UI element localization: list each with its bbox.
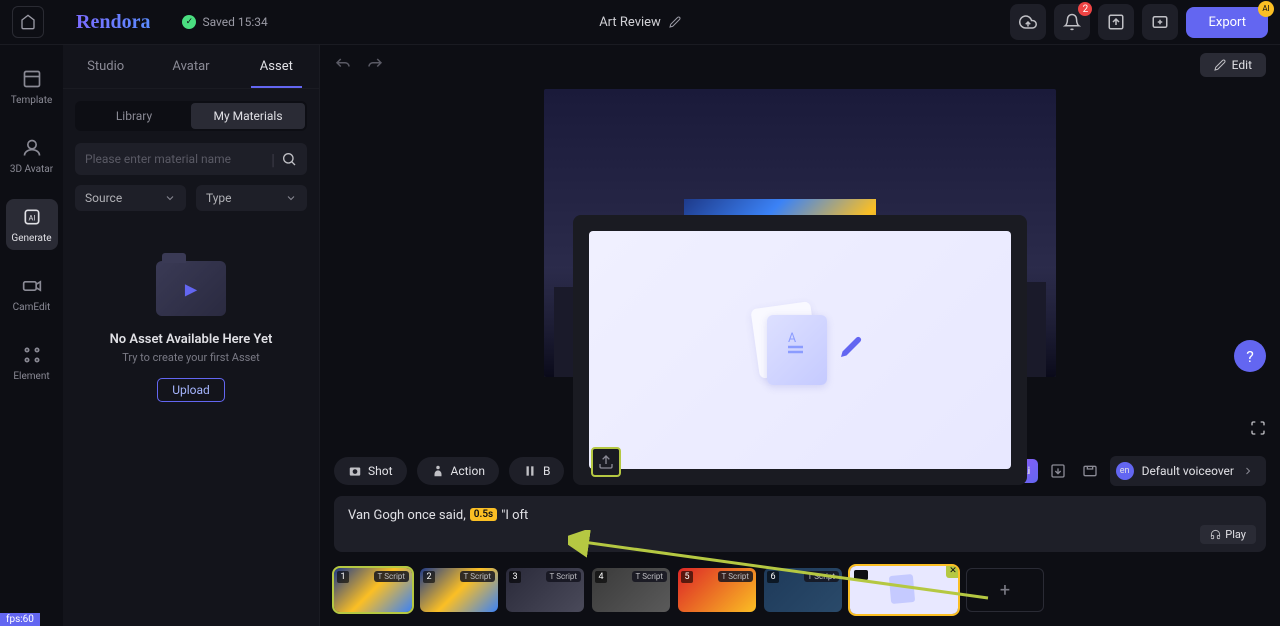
tab-studio[interactable]: Studio — [63, 45, 148, 88]
edit-button[interactable]: Edit — [1200, 53, 1266, 77]
timeline-thumb-current[interactable]: ✕ — [850, 566, 958, 614]
script-box[interactable]: Van Gogh once said, 0.5s "I oft Play — [334, 496, 1266, 552]
modal-upload-button[interactable] — [591, 447, 621, 477]
subtab-my-materials[interactable]: My Materials — [191, 103, 305, 129]
person-icon — [431, 464, 445, 478]
left-rail: Template 3D Avatar AI Generate CamEdit E… — [0, 45, 63, 626]
upload-button[interactable]: Upload — [157, 378, 225, 402]
upload-icon — [598, 454, 614, 470]
avatar-icon — [20, 136, 44, 160]
script-text-pre: Van Gogh once said, — [348, 508, 466, 523]
folder-plus-icon — [1151, 13, 1169, 31]
play-button[interactable]: Play — [1200, 525, 1256, 544]
svg-text:A: A — [788, 331, 796, 346]
chevron-down-icon — [164, 192, 176, 204]
folder-button[interactable] — [1142, 4, 1178, 40]
home-icon — [20, 14, 36, 30]
element-icon — [20, 343, 44, 367]
empty-title: No Asset Available Here Yet — [110, 332, 273, 347]
empty-state: No Asset Available Here Yet Try to creat… — [63, 211, 319, 626]
search-input[interactable] — [85, 152, 265, 166]
undo-button[interactable] — [334, 56, 352, 74]
thumb-close-button[interactable]: ✕ — [946, 566, 958, 578]
b-button[interactable]: B — [509, 457, 564, 485]
export-button[interactable]: Export AI — [1186, 7, 1268, 38]
cloud-button[interactable] — [1010, 4, 1046, 40]
rail-element[interactable]: Element — [6, 337, 58, 388]
ai-icon: AI — [20, 205, 44, 229]
document-illustration: A — [745, 305, 855, 395]
rail-template[interactable]: Template — [6, 61, 58, 112]
shot-button[interactable]: Shot — [334, 457, 407, 485]
modal-preview: A — [589, 231, 1011, 469]
timing-badge: 0.5s — [470, 508, 497, 521]
rail-generate[interactable]: AI Generate — [6, 199, 58, 250]
notifications-button[interactable]: 2 — [1054, 4, 1090, 40]
pencil-icon — [1214, 59, 1226, 71]
home-button[interactable] — [12, 6, 44, 38]
share-icon — [1107, 13, 1125, 31]
source-select[interactable]: Source — [75, 185, 186, 211]
asset-panel: Studio Avatar Asset Library My Materials… — [63, 45, 320, 626]
canvas-area: Edit — [320, 45, 1280, 626]
tab-asset[interactable]: Asset — [234, 45, 319, 88]
script-text-post: "I oft — [501, 508, 528, 523]
save-button[interactable] — [1078, 459, 1102, 483]
redo-button[interactable] — [366, 56, 384, 74]
voiceover-select[interactable]: en Default voiceover — [1110, 456, 1266, 486]
check-icon: ✓ — [182, 15, 196, 29]
rail-camedit[interactable]: CamEdit — [6, 268, 58, 319]
camera-small-icon — [348, 464, 362, 478]
export-ai-badge: AI — [1258, 1, 1274, 17]
type-select[interactable]: Type — [196, 185, 307, 211]
cloud-icon — [1019, 13, 1037, 31]
share-button[interactable] — [1098, 4, 1134, 40]
voice-lang-badge: en — [1116, 462, 1134, 480]
timeline-thumb-1[interactable]: 1 T Script — [334, 568, 412, 612]
svg-text:AI: AI — [28, 213, 35, 222]
timeline-thumb-4[interactable]: 4 T Script — [592, 568, 670, 612]
logo: Rendora — [76, 11, 150, 34]
action-button[interactable]: Action — [417, 457, 499, 485]
timeline-thumb-2[interactable]: 2 T Script — [420, 568, 498, 612]
notif-badge: 2 — [1078, 2, 1092, 16]
empty-subtitle: Try to create your first Asset — [122, 351, 259, 364]
pause-icon — [523, 464, 537, 478]
saved-text: Saved 15:34 — [202, 15, 267, 29]
fullscreen-button[interactable] — [1250, 420, 1266, 436]
timeline-thumb-5[interactable]: 5 T Script — [678, 568, 756, 612]
camera-icon — [20, 274, 44, 298]
subtab-library[interactable]: Library — [77, 103, 191, 129]
edit-title-icon — [669, 16, 681, 28]
search-icon[interactable] — [281, 151, 297, 167]
search-row: | — [75, 143, 307, 175]
add-scene-button[interactable]: + — [966, 568, 1044, 612]
download-icon — [1050, 463, 1066, 479]
empty-folder-icon — [156, 261, 226, 316]
project-title[interactable]: Art Review — [431, 15, 850, 30]
tab-avatar[interactable]: Avatar — [148, 45, 233, 88]
chevron-down-icon — [285, 192, 297, 204]
headphones-icon — [1210, 529, 1221, 540]
app-header: Rendora ✓ Saved 15:34 Art Review 2 Expor… — [0, 0, 1280, 45]
save-icon — [1082, 463, 1098, 479]
help-button[interactable]: ? — [1234, 340, 1266, 372]
timeline: 1 T Script 2 T Script 3 T Script 4 T Scr… — [320, 558, 1280, 626]
download-button[interactable] — [1046, 459, 1070, 483]
asset-modal: A — [573, 215, 1027, 485]
rail-3d-avatar[interactable]: 3D Avatar — [6, 130, 58, 181]
timeline-thumb-3[interactable]: 3 T Script — [506, 568, 584, 612]
thumb-script-badge: T Script — [374, 571, 409, 582]
saved-status: ✓ Saved 15:34 — [182, 15, 267, 29]
bell-icon — [1063, 13, 1081, 31]
fps-counter: fps:60 — [0, 613, 40, 626]
template-icon — [20, 67, 44, 91]
chevron-right-icon — [1242, 465, 1254, 477]
timeline-thumb-6[interactable]: 6 T Script — [764, 568, 842, 612]
